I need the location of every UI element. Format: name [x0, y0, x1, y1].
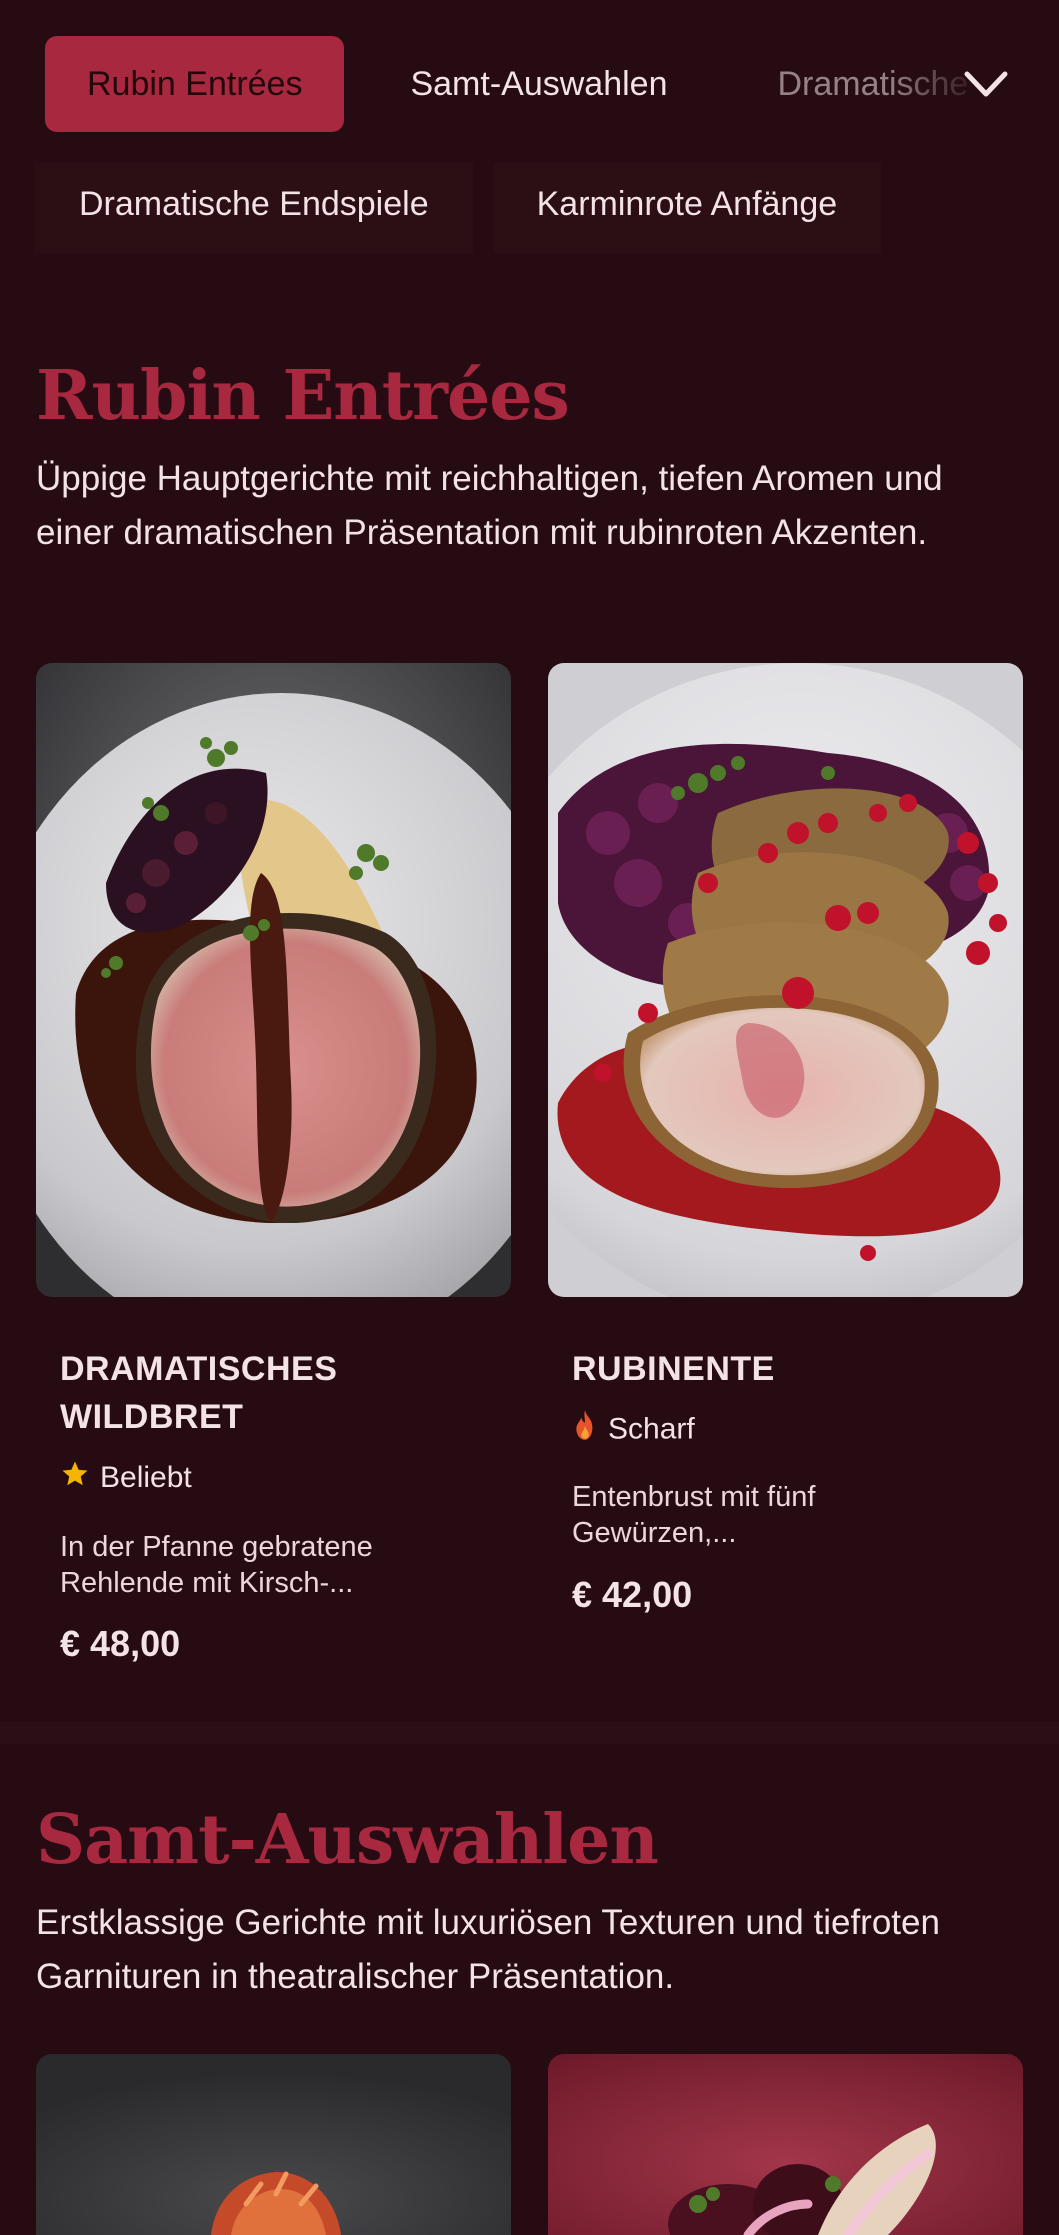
dish-card-dramatisches-wildbret[interactable]: DRAMATISCHES WILDBRET Beliebt In der Pfa… — [36, 663, 511, 1683]
dish-name: DRAMATISCHES WILDBRET — [60, 1350, 338, 1436]
dish-image-duck — [548, 663, 1023, 1297]
dish-image-samt-1 — [36, 2054, 511, 2235]
chevron-down-icon[interactable] — [963, 66, 1009, 102]
dish-description: In der Pfanne gebratene Rehlende mit Kir… — [60, 1531, 373, 1599]
dish-price: € 48,00 — [60, 1623, 181, 1664]
overflow-category-tabs: Dramatische Endspiele Karminrote Anfänge — [35, 163, 901, 253]
section-title-rubin-entrees: Rubin Entrées — [36, 356, 570, 436]
dish-price: € 42,00 — [572, 1574, 693, 1615]
section-description-rubin-entrees: Üppige Hauptgerichte mit reichhaltigen, … — [36, 459, 943, 552]
tab-rubin-entrees[interactable]: Rubin Entrées — [45, 36, 345, 132]
dish-card-samt-2[interactable] — [548, 2054, 1023, 2235]
dish-tag-beliebt: Beliebt — [60, 1458, 192, 1498]
dish-tag-label: Scharf — [608, 1412, 695, 1446]
section-divider — [0, 1722, 1059, 1744]
flame-icon — [572, 1409, 598, 1452]
dish-card-samt-1[interactable] — [36, 2054, 511, 2235]
section-title-samt-auswahlen: Samt-Auswahlen — [36, 1800, 659, 1880]
dish-description: Entenbrust mit fünf Gewürzen,... — [572, 1481, 816, 1549]
tab-dramatische-endspiele-overflow[interactable]: Dramatische Endspiele — [35, 163, 473, 253]
star-icon — [60, 1459, 90, 1500]
dish-card-rubinente[interactable]: RUBINENTE Scharf Entenbrust mit fünf Gew… — [548, 663, 1023, 1643]
tab-karminrote-anfaenge[interactable]: Karminrote Anfänge — [492, 163, 882, 253]
tab-samt-auswahlen[interactable]: Samt-Auswahlen — [344, 36, 667, 132]
dish-image-samt-2 — [548, 2054, 1023, 2235]
dish-tag-scharf: Scharf — [572, 1409, 695, 1449]
section-description-samt-auswahlen: Erstklassige Gerichte mit luxuriösen Tex… — [36, 1903, 940, 1996]
category-nav: Rubin EntréesSamt-AuswahlenDramatische E… — [0, 0, 1059, 165]
dish-tag-label: Beliebt — [100, 1461, 192, 1494]
dish-image-venison — [36, 663, 511, 1297]
dish-name: RUBINENTE — [572, 1350, 775, 1388]
